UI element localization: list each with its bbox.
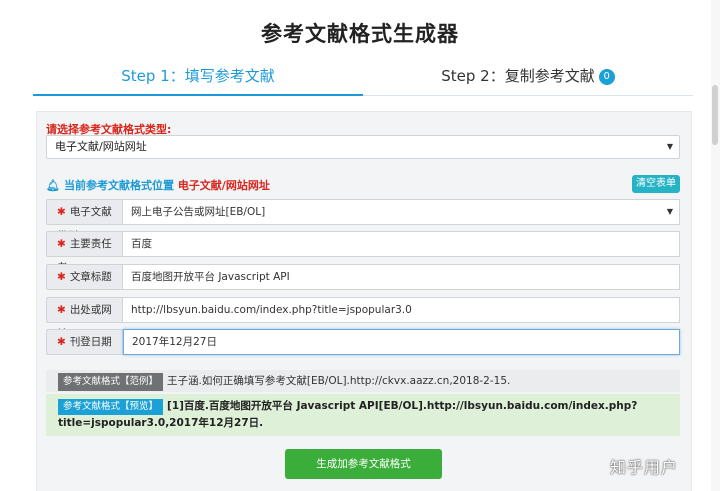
doc-type-select[interactable]: 网上电子公告或网址[EB/OL] ▼ — [123, 199, 680, 225]
reference-type-select[interactable]: 电子文献/网站网址 ▼ — [46, 135, 680, 159]
preview-box: 参考文献格式【预览】 [1]百度.百度地图开放平台 Javascript API[… — [46, 394, 680, 436]
page-title: 参考文献格式生成器 — [261, 22, 459, 46]
reference-type-value: 电子文献/网站网址 — [55, 140, 147, 153]
article-title-input[interactable]: 百度地图开放平台 Javascript API — [123, 264, 680, 290]
example-box: 参考文献格式【范例】 王子涵.如何正确填写参考文献[EB/OL].http://c… — [46, 370, 680, 392]
tab-step1[interactable]: Step 1：填写参考文献 — [33, 62, 363, 96]
tab-step2-label: Step 2：复制参考文献 — [441, 67, 595, 85]
clear-form-button[interactable]: 清空表单 — [632, 175, 680, 193]
field-row-title: ✱ 文章标题 百度地图开放平台 Javascript API — [46, 264, 680, 290]
current-position-value: 电子文献/网站网址 — [177, 179, 270, 192]
example-text: 王子涵.如何正确填写参考文献[EB/OL].http://ckvx.aazz.c… — [167, 375, 511, 387]
preview-tag: 参考文献格式【预览】 — [58, 399, 164, 415]
required-star-icon: ✱ — [57, 304, 66, 316]
required-star-icon: ✱ — [57, 238, 66, 250]
field-row-source-url: ✱出处或网址 http://lbsyun.baidu.com/index.php… — [46, 297, 680, 340]
watermark: 知乎用户 — [610, 458, 679, 477]
required-star-icon: ✱ — [57, 271, 66, 283]
dropdown-arrow-icon: ▼ — [666, 207, 673, 216]
generate-button[interactable]: 生成加参考文献格式 — [285, 449, 442, 479]
scrollbar-track[interactable] — [711, 0, 720, 491]
field-label: ✱ 刊登日期 — [46, 329, 123, 355]
author-input[interactable]: 百度 — [123, 231, 680, 257]
field-label: ✱ 文章标题 — [46, 264, 123, 290]
tab-step1-label: Step 1：填写参考文献 — [121, 67, 275, 85]
reference-count-badge: 0 — [598, 69, 615, 85]
field-label-text: 文章标题 — [69, 271, 112, 283]
source-url-input[interactable]: http://lbsyun.baidu.com/index.php?title=… — [123, 297, 680, 323]
field-row-publish-date: ✱ 刊登日期 2017年12月27日 — [46, 329, 680, 355]
scrollbar-thumb[interactable] — [712, 85, 718, 145]
example-tag: 参考文献格式【范例】 — [58, 373, 164, 391]
publish-date-input[interactable]: 2017年12月27日 — [123, 329, 680, 355]
required-star-icon: ✱ — [57, 336, 66, 348]
field-row-author: ✱主要责任者 百度 — [46, 231, 680, 274]
step-tabs: Step 1：填写参考文献 Step 2：复制参考文献 0 — [33, 62, 693, 96]
field-row-doc-type: ✱电子文献类型 网上电子公告或网址[EB/OL] ▼ — [46, 199, 680, 242]
doc-type-value: 网上电子公告或网址[EB/OL] — [131, 206, 266, 218]
tab-step2[interactable]: Step 2：复制参考文献 0 — [363, 62, 693, 96]
required-star-icon: ✱ — [57, 206, 66, 218]
field-label: ✱主要责任者 — [46, 231, 123, 274]
dropdown-arrow-icon: ▼ — [666, 142, 673, 151]
field-label-text: 刊登日期 — [69, 336, 112, 348]
current-position-prefix: 当前参考文献格式位置 — [63, 179, 174, 192]
current-position: 🔔︎ 当前参考文献格式位置 电子文献/网站网址 — [46, 177, 270, 193]
bell-icon: 🔔︎ — [46, 179, 60, 192]
field-label: ✱电子文献类型 — [46, 199, 123, 242]
field-label: ✱出处或网址 — [46, 297, 123, 340]
